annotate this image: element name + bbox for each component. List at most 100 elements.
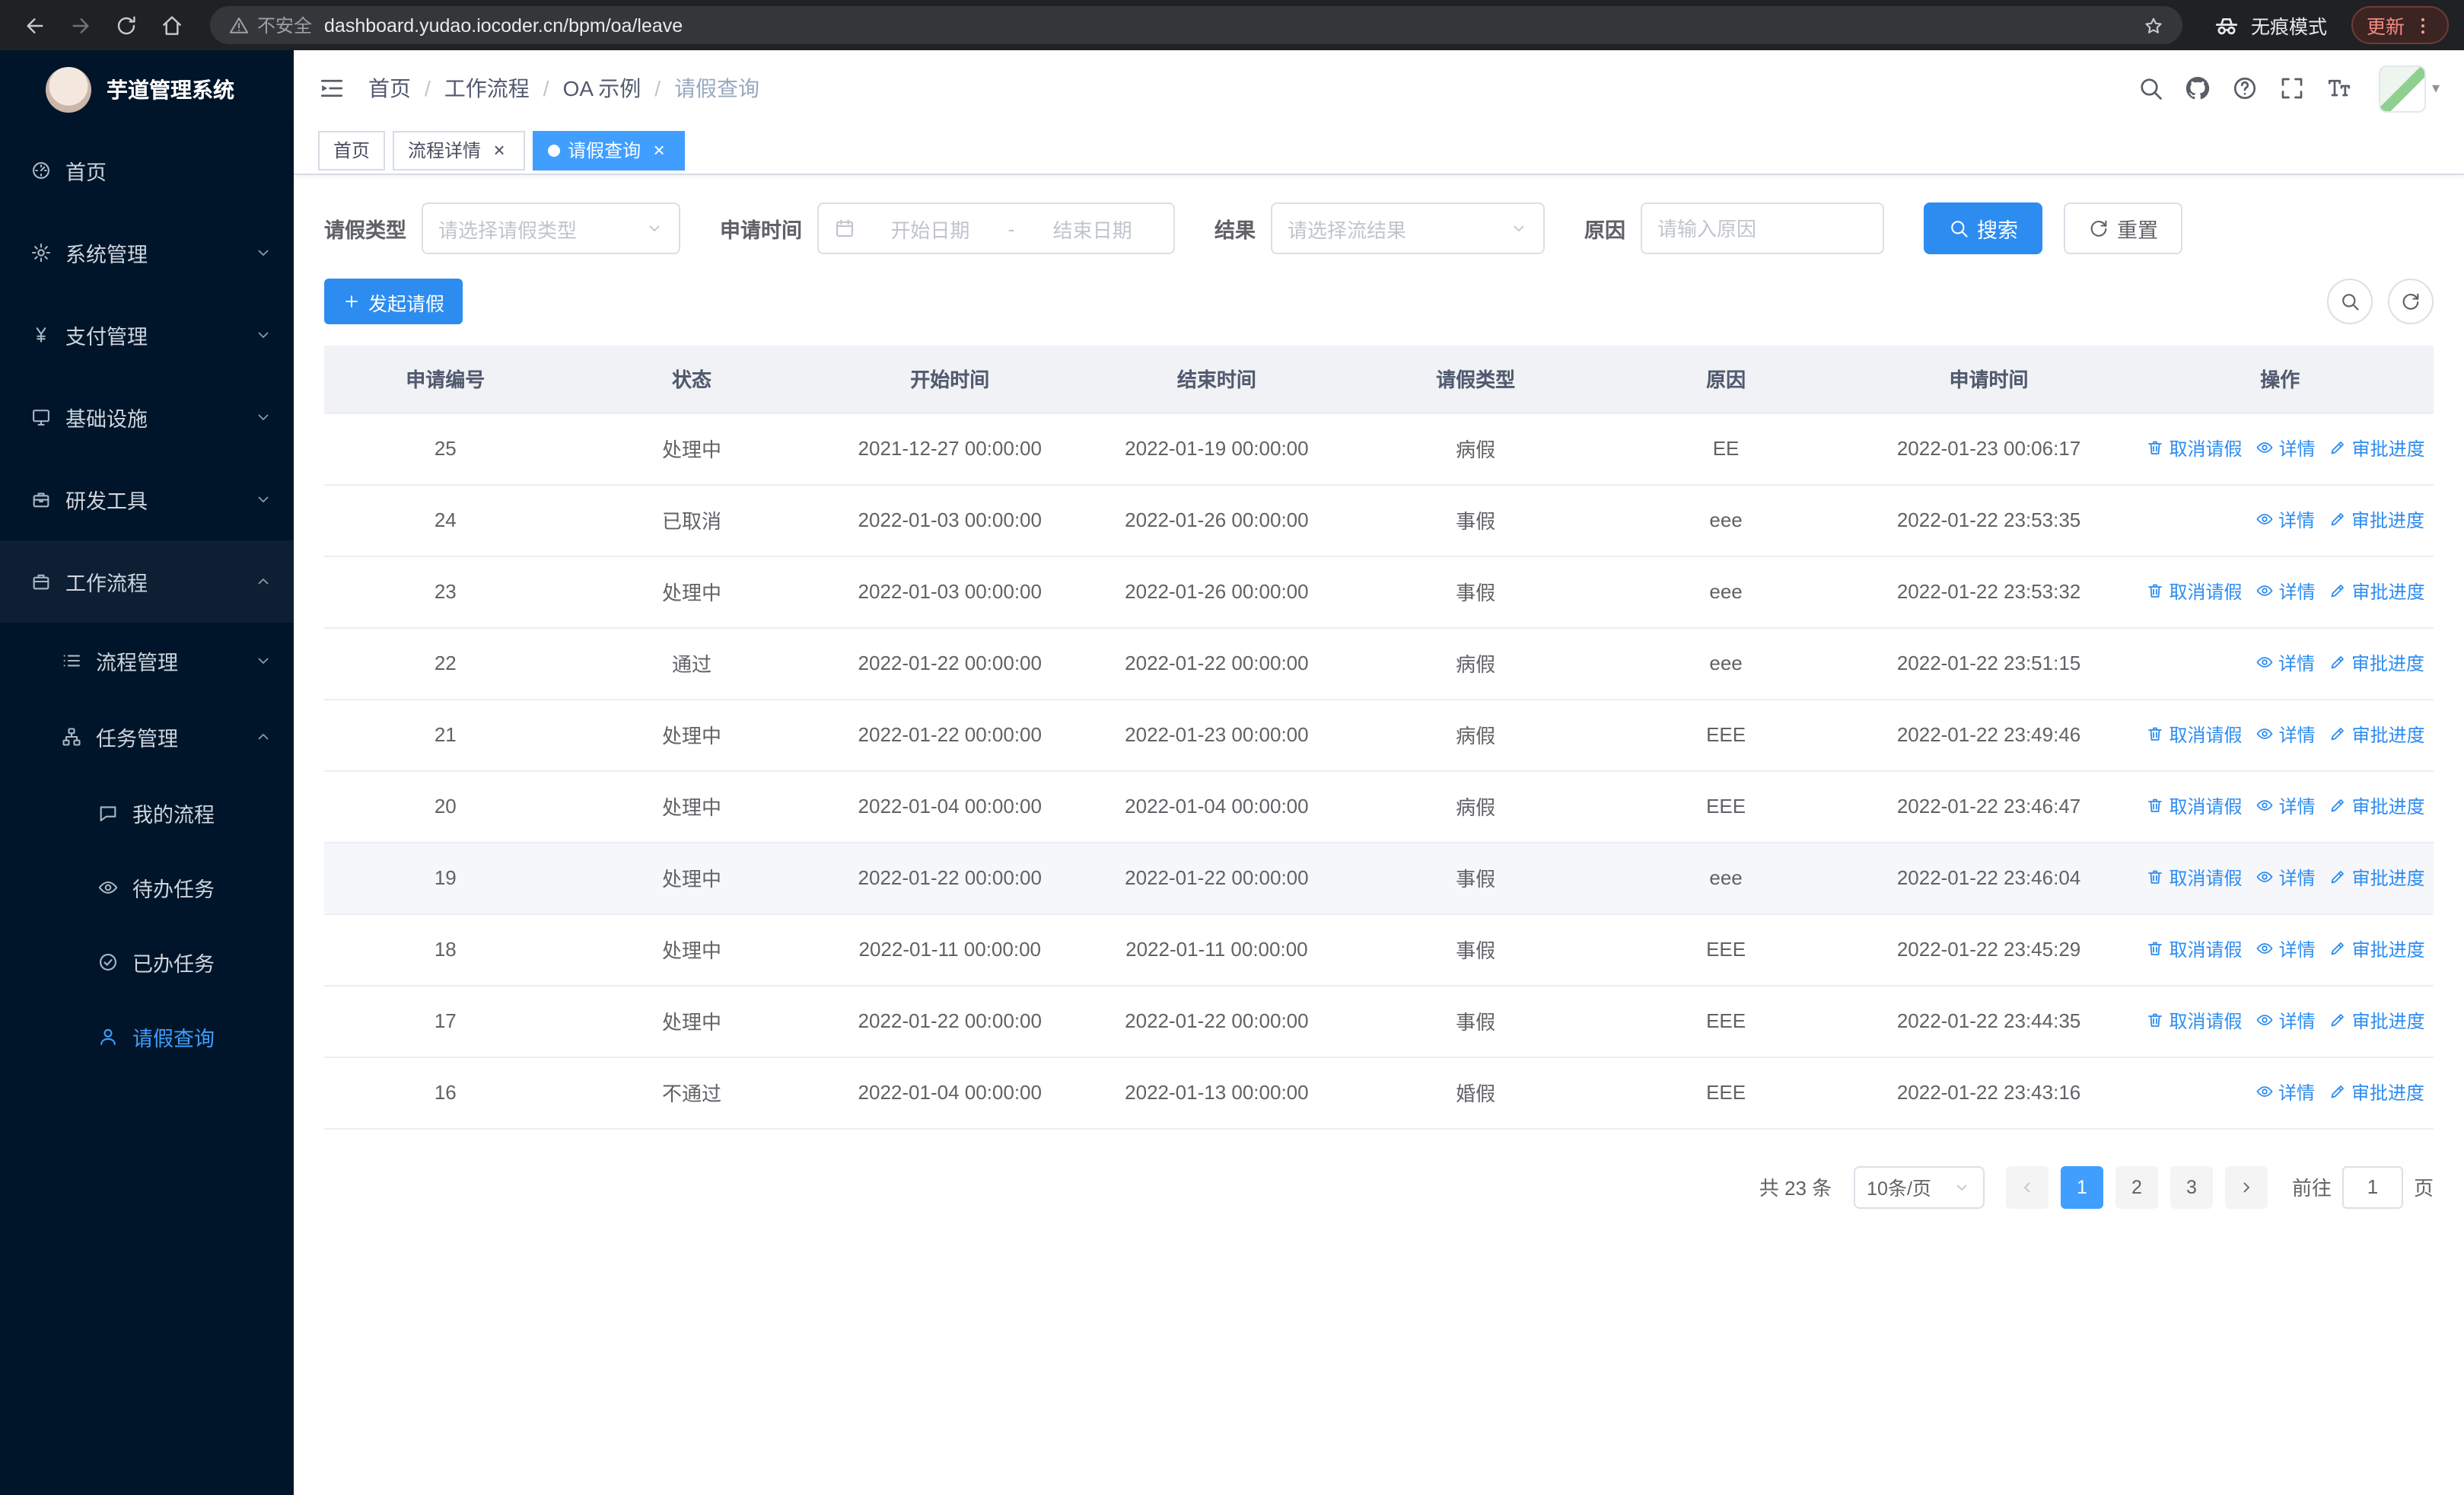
detail-link[interactable]: 详情 — [2256, 579, 2316, 604]
goto-page-input[interactable] — [2341, 1165, 2403, 1208]
table-row[interactable]: 23 处理中 2022-01-03 00:00:00 2022-01-26 00:00… — [324, 556, 2434, 628]
font-size-button[interactable] — [2316, 65, 2364, 112]
result-select[interactable]: 请选择流结果 — [1271, 202, 1545, 254]
cell-status: 处理中 — [566, 413, 817, 485]
browser-update-button[interactable]: 更新 — [2351, 6, 2449, 44]
progress-link[interactable]: 审批进度 — [2329, 435, 2425, 461]
sidebar-toggle-icon[interactable] — [318, 75, 345, 102]
sidebar-item-home[interactable]: 首页 — [0, 129, 294, 212]
back-button[interactable] — [15, 5, 55, 45]
breadcrumb-item[interactable]: 工作流程 — [444, 73, 530, 104]
back-icon — [23, 13, 47, 37]
reset-button[interactable]: 重置 — [2064, 202, 2182, 254]
address-bar[interactable]: 不安全 dashboard.yudao.iocoder.cn/bpm/oa/le… — [210, 6, 2182, 44]
table-row[interactable]: 18 处理中 2022-01-11 00:00:00 2022-01-11 00:00… — [324, 913, 2434, 986]
table-row[interactable]: 20 处理中 2022-01-04 00:00:00 2022-01-04 00:00… — [324, 770, 2434, 843]
progress-link[interactable]: 审批进度 — [2329, 793, 2425, 819]
progress-link[interactable]: 审批进度 — [2329, 1008, 2425, 1034]
cancel-leave-link[interactable]: 取消请假 — [2147, 936, 2243, 962]
detail-link[interactable]: 详情 — [2256, 793, 2316, 819]
reload-button[interactable] — [107, 5, 146, 45]
kebab-menu-icon[interactable] — [2412, 14, 2434, 36]
sidebar-item-my-process[interactable]: 我的流程 — [0, 775, 294, 850]
progress-link[interactable]: 审批进度 — [2329, 936, 2425, 962]
github-link[interactable] — [2175, 65, 2222, 112]
detail-link[interactable]: 详情 — [2255, 507, 2315, 533]
cancel-leave-link[interactable]: 取消请假 — [2147, 722, 2243, 748]
tab-home[interactable]: 首页 — [318, 130, 386, 170]
breadcrumb-item[interactable]: OA 示例 — [563, 73, 641, 104]
progress-link[interactable]: 审批进度 — [2329, 579, 2425, 604]
row-actions: 取消请假 详情 审批进度 — [2126, 985, 2434, 1057]
sidebar-item-system[interactable]: 系统管理 — [0, 212, 294, 294]
url-text[interactable]: dashboard.yudao.iocoder.cn/bpm/oa/leave — [324, 14, 2131, 36]
tab-process-detail[interactable]: 流程详情 × — [393, 130, 526, 170]
app-logo[interactable]: 芋道管理系统 — [0, 50, 294, 129]
sidebar-item-leave-query[interactable]: 请假查询 — [0, 999, 294, 1073]
home-button[interactable] — [152, 5, 192, 45]
progress-link[interactable]: 审批进度 — [2329, 1079, 2424, 1105]
reason-input[interactable] — [1641, 202, 1884, 254]
page-1-button[interactable]: 1 — [2060, 1165, 2103, 1208]
avatar-caret-icon[interactable]: ▾ — [2432, 80, 2440, 97]
table-row[interactable]: 25 处理中 2021-12-27 00:00:00 2022-01-19 00:00… — [324, 413, 2434, 485]
cell-start: 2022-01-03 00:00:00 — [817, 484, 1084, 556]
page-size-select[interactable]: 10条/页 — [1853, 1165, 1985, 1208]
detail-link[interactable]: 详情 — [2256, 722, 2316, 748]
create-leave-button[interactable]: 发起请假 — [324, 279, 463, 324]
bookmark-star-icon[interactable] — [2143, 14, 2164, 36]
browser-window: 不安全 dashboard.yudao.iocoder.cn/bpm/oa/le… — [0, 0, 2464, 1495]
security-chip[interactable]: 不安全 — [228, 12, 312, 38]
sidebar-item-workflow[interactable]: 工作流程 — [0, 540, 294, 623]
sidebar-item-todo-task[interactable]: 待办任务 — [0, 850, 294, 924]
breadcrumb-item[interactable]: 首页 — [368, 73, 411, 104]
sidebar-item-process-mgmt[interactable]: 流程管理 — [0, 623, 294, 699]
apply-time-range-picker[interactable]: 开始日期 - 结束日期 — [817, 202, 1175, 254]
cancel-leave-link[interactable]: 取消请假 — [2147, 1008, 2243, 1034]
search-button[interactable]: 搜索 — [1924, 202, 2042, 254]
detail-link[interactable]: 详情 — [2256, 435, 2316, 461]
sidebar-item-task-mgmt[interactable]: 任务管理 — [0, 699, 294, 775]
page-2-button[interactable]: 2 — [2115, 1165, 2158, 1208]
fullscreen-button[interactable] — [2269, 65, 2316, 112]
forward-button[interactable] — [61, 5, 100, 45]
page-3-button[interactable]: 3 — [2170, 1165, 2213, 1208]
cancel-leave-link[interactable]: 取消请假 — [2147, 865, 2243, 891]
refresh-table-button[interactable] — [2388, 279, 2434, 324]
progress-link[interactable]: 审批进度 — [2329, 650, 2424, 676]
end-date-placeholder: 结束日期 — [1052, 218, 1132, 241]
progress-link[interactable]: 审批进度 — [2329, 722, 2425, 748]
table-row[interactable]: 17 处理中 2022-01-22 00:00:00 2022-01-22 00:00… — [324, 985, 2434, 1057]
table-row[interactable]: 19 处理中 2022-01-22 00:00:00 2022-01-22 00:00… — [324, 842, 2434, 914]
user-avatar[interactable] — [2378, 65, 2426, 112]
detail-link[interactable]: 详情 — [2256, 865, 2316, 891]
view-icon — [2256, 797, 2275, 815]
cancel-leave-link[interactable]: 取消请假 — [2147, 579, 2243, 604]
leave-type-select[interactable]: 请选择请假类型 — [422, 202, 680, 254]
next-page-button[interactable] — [2224, 1165, 2268, 1208]
close-icon[interactable]: × — [648, 139, 670, 161]
detail-link[interactable]: 详情 — [2255, 650, 2315, 676]
detail-link[interactable]: 详情 — [2256, 936, 2316, 962]
table-row[interactable]: 21 处理中 2022-01-22 00:00:00 2022-01-23 00:00… — [324, 699, 2434, 771]
progress-link[interactable]: 审批进度 — [2329, 507, 2424, 533]
sidebar-item-infra[interactable]: 基础设施 — [0, 376, 294, 458]
detail-link[interactable]: 详情 — [2256, 1008, 2316, 1034]
sidebar-item-done-task[interactable]: 已办任务 — [0, 924, 294, 999]
detail-link[interactable]: 详情 — [2255, 1079, 2315, 1105]
table-row[interactable]: 16 不通过 2022-01-04 00:00:00 2022-01-13 00:00… — [324, 1057, 2434, 1129]
prev-page-button[interactable] — [2005, 1165, 2049, 1208]
tab-label: 首页 — [333, 140, 371, 161]
cancel-leave-link[interactable]: 取消请假 — [2147, 793, 2243, 819]
cancel-leave-link[interactable]: 取消请假 — [2147, 435, 2243, 461]
tab-leave-query[interactable]: 请假查询 × — [533, 130, 686, 170]
table-row[interactable]: 24 已取消 2022-01-03 00:00:00 2022-01-26 00:00… — [324, 484, 2434, 556]
toggle-search-button[interactable] — [2327, 279, 2373, 324]
close-icon[interactable]: × — [489, 139, 510, 161]
sidebar-item-devtools[interactable]: 研发工具 — [0, 458, 294, 540]
progress-link[interactable]: 审批进度 — [2329, 865, 2425, 891]
sidebar-item-payment[interactable]: 支付管理 — [0, 294, 294, 376]
header-search-button[interactable] — [2128, 65, 2175, 112]
table-row[interactable]: 22 通过 2022-01-22 00:00:00 2022-01-22 00:00:… — [324, 627, 2434, 700]
help-button[interactable] — [2222, 65, 2269, 112]
